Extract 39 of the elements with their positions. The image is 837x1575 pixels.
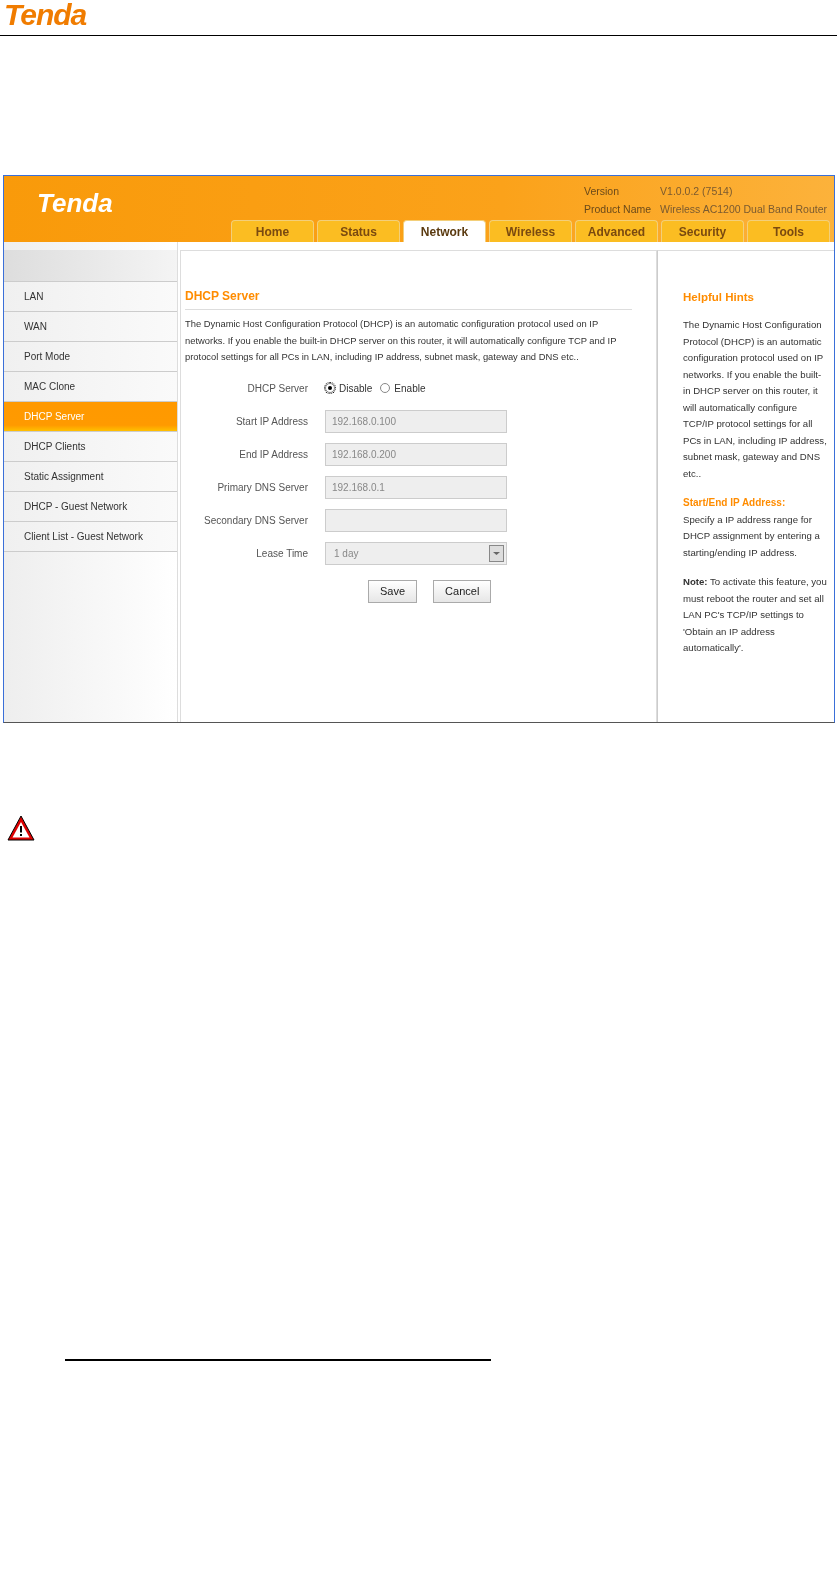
logo: Tenda (3, 0, 87, 30)
warning-icon (7, 815, 35, 841)
nav-tab[interactable]: Tools (747, 220, 830, 242)
sidebar-item[interactable]: LAN (4, 282, 177, 312)
section-title: DHCP Server (185, 287, 632, 310)
nav-tab[interactable]: Security (661, 220, 744, 242)
hint-text: Specify a IP address range for DHCP assignment by entering a starting/ending IP address. (683, 512, 821, 560)
sidebar-item[interactable]: DHCP - Guest Network (4, 492, 177, 522)
action-button[interactable]: Save (368, 579, 418, 603)
info-value: V1.0.0.2 (7514) (659, 184, 734, 199)
radio-option[interactable]: Enable (380, 380, 426, 396)
info-label: Version (582, 184, 620, 199)
field-label: Primary DNS Server (216, 480, 309, 495)
sidebar-item[interactable]: DHCP Clients (4, 432, 177, 462)
sidebar-item[interactable]: Port Mode (4, 342, 177, 372)
field-label: Lease Time (255, 546, 309, 561)
hints-title: Helpful Hints (683, 290, 755, 305)
nav-tab[interactable]: Wireless (489, 220, 572, 242)
sidebar-item[interactable]: MAC Clone (4, 372, 177, 402)
field-label: DHCP Server (246, 381, 309, 396)
field-label: End IP Address (238, 447, 309, 462)
field-label: Secondary DNS Server (203, 513, 309, 528)
nav-tab[interactable]: Status (317, 220, 400, 242)
info-label: Product Name (582, 202, 653, 217)
hint-text: The Dynamic Host Configuration Protocol (DHCP) is an automatic configuration protocol used on IP networks. If you enable the built-in DHCP server on this router, it will automatically configure TCP/IP protocol settings for all PCs in LAN, including IP address, subnet mask, gateway and DNS etc.. (683, 318, 828, 481)
hint-text: Note: To activate this feature, you must reboot the router and set all LAN PC's TCP/IP settings to 'Obtain an IP address automatically'. (683, 575, 828, 656)
hint-heading: Start/End IP Address: (683, 496, 787, 511)
info-value: Wireless AC1200 Dual Band Router (659, 202, 828, 217)
description: The Dynamic Host Configuration Protocol (DHCP) is an automatic configuration protocol used on IP networks. If you enable the built-in DHCP server on this router, it will automatically configure TCP and IP protocol settings for all PCs in LAN, including IP address, subnet mask, gateway and DNS etc.. (185, 317, 618, 364)
sidebar-item[interactable]: WAN (4, 312, 177, 342)
logo: Tenda (37, 188, 113, 218)
nav-tab[interactable]: Home (231, 220, 314, 242)
radio-option[interactable]: Disable (325, 380, 373, 396)
sidebar-item[interactable]: Static Assignment (4, 462, 177, 492)
field-label: Start IP Address (234, 414, 309, 429)
sidebar-item[interactable]: Client List - Guest Network (4, 522, 177, 552)
action-button[interactable]: Cancel (433, 579, 492, 603)
nav-tab[interactable]: Network (403, 220, 486, 242)
nav-tab[interactable]: Advanced (575, 220, 658, 242)
